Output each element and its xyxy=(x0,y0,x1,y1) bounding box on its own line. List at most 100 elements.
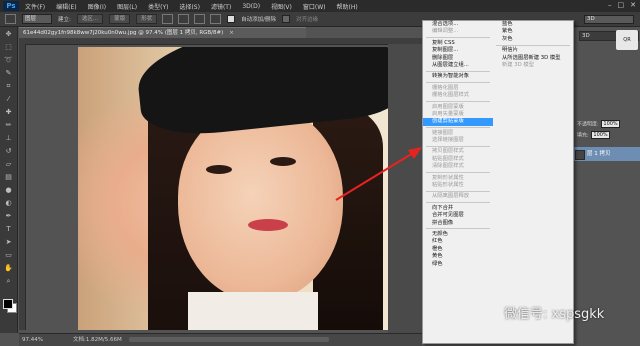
layer-visibility-icon[interactable] xyxy=(575,150,585,160)
zoom-tool-icon[interactable]: ⌕ xyxy=(3,277,14,285)
pen-tool-icon[interactable]: ✒ xyxy=(3,212,14,220)
context-menu-item[interactable]: 从图层建立组... xyxy=(423,62,493,69)
document-tab[interactable]: 61e44d02gy1fn98k8ww7j20ku0n0wu.jpg @ 97.… xyxy=(19,27,306,38)
path-select-tool-icon[interactable]: ➤ xyxy=(3,238,14,246)
opacity-row: 不透明度: 100% xyxy=(577,120,637,128)
context-menu-item[interactable]: 灰色 xyxy=(493,36,573,43)
menu-window[interactable]: 窗口(W) xyxy=(303,2,326,11)
context-menu-item[interactable]: 拼合图像 xyxy=(423,220,493,227)
make-label: 建立: xyxy=(58,17,71,23)
gradient-tool-icon[interactable]: ▤ xyxy=(3,173,14,181)
menu-view[interactable]: 视图(V) xyxy=(271,2,292,11)
context-menu-item: 启用图层蒙版 xyxy=(432,103,464,110)
healing-tool-icon[interactable]: ✚ xyxy=(3,108,14,116)
context-menu-item: 链接图层 xyxy=(432,129,454,136)
photo-eye-right xyxy=(270,157,296,166)
minimize-icon[interactable]: – xyxy=(608,1,612,9)
context-menu-item: 清除图层样式 xyxy=(432,163,464,170)
shape-button[interactable]: 形状 xyxy=(136,14,158,24)
menu-edit[interactable]: 编辑(E) xyxy=(56,2,76,11)
context-menu-item[interactable]: 合并可见图层 xyxy=(423,212,493,219)
menu-help[interactable]: 帮助(H) xyxy=(337,2,358,11)
path-ops-icon[interactable] xyxy=(162,14,174,24)
context-menu-item[interactable]: 创建剪贴蒙版 xyxy=(423,118,493,126)
mask-button[interactable]: 蒙版 xyxy=(109,14,131,24)
menu-separator xyxy=(426,127,490,129)
move-tool-icon[interactable]: ✥ xyxy=(3,30,14,38)
context-menu: 混合选项... 编辑调整... 复制 CSS 复制图层... 删除图层 从图层建立组...… xyxy=(422,20,574,344)
history-brush-tool-icon[interactable]: ↺ xyxy=(3,147,14,155)
menu-layer[interactable]: 图层(L) xyxy=(117,2,137,11)
tab-close-icon[interactable]: × xyxy=(229,30,234,36)
eyedropper-tool-icon[interactable]: ⁄ xyxy=(3,95,14,103)
shape-tool-icon[interactable]: ▭ xyxy=(3,251,14,259)
opacity-input[interactable]: 100% xyxy=(600,120,620,128)
menu-separator xyxy=(426,190,490,192)
workspace-select[interactable]: 3D xyxy=(584,15,634,24)
context-menu-item[interactable]: 紫色 xyxy=(493,28,573,35)
doc-size[interactable]: 文档:1.82M/5.66M xyxy=(73,334,122,346)
photo-face xyxy=(178,107,343,302)
context-menu-item[interactable]: 红色 xyxy=(423,238,493,245)
document-image[interactable] xyxy=(78,47,388,330)
clone-stamp-tool-icon[interactable]: ⊥ xyxy=(3,134,14,142)
horizontal-scrollbar[interactable] xyxy=(129,337,329,342)
photo-lips xyxy=(248,219,288,231)
maximize-icon[interactable]: □ xyxy=(618,1,625,9)
tools-panel: ✥ ⬚ ➰ ✎ ⌗ ⁄ ✚ ✏ ⊥ ↺ ▱ ▤ ● ◐ ✒ T ➤ ▭ ✋ ⌕ xyxy=(0,27,18,333)
menu-separator xyxy=(426,37,490,39)
context-menu-item[interactable]: 绿色 xyxy=(423,261,493,268)
close-icon[interactable]: ✕ xyxy=(630,1,636,9)
menu-file[interactable]: 文件(F) xyxy=(25,2,45,11)
zoom-level[interactable]: 97.44% xyxy=(22,334,43,346)
blur-tool-icon[interactable]: ● xyxy=(3,186,14,194)
context-menu-item: 新建 3D 模型 xyxy=(502,61,535,68)
menu-separator xyxy=(426,82,490,84)
fill-input[interactable]: 100% xyxy=(590,131,610,139)
type-tool-icon[interactable]: T xyxy=(3,225,14,233)
align-edges-checkbox[interactable] xyxy=(282,15,290,23)
settings-gear-icon[interactable] xyxy=(210,14,222,24)
quick-select-tool-icon[interactable]: ✎ xyxy=(3,69,14,77)
brush-tool-icon[interactable]: ✏ xyxy=(3,121,14,129)
context-menu-item: 从隔离图层释放 xyxy=(432,193,470,200)
path-arrange-icon[interactable] xyxy=(194,14,206,24)
watermark-text: 微信号: xspsgkk xyxy=(504,307,605,322)
menu-bar: Ps 文件(F) 编辑(E) 图像(I) 图层(L) 类型(Y) 选择(S) 滤… xyxy=(0,0,640,12)
context-menu-item: 粘贴形状属性 xyxy=(432,182,464,189)
crop-tool-icon[interactable]: ⌗ xyxy=(3,82,14,90)
lasso-tool-icon[interactable]: ➰ xyxy=(3,56,14,64)
auto-add-delete-checkbox[interactable] xyxy=(227,15,236,23)
opacity-label: 不透明度: xyxy=(577,121,599,128)
menu-select[interactable]: 选择(S) xyxy=(179,2,200,11)
menu-separator xyxy=(426,228,490,230)
context-menu-left-column: 混合选项... 编辑调整... 复制 CSS 复制图层... 删除图层 从图层建立组...… xyxy=(423,21,493,268)
context-menu-item[interactable]: 删除图层 xyxy=(423,55,493,62)
canvas-background xyxy=(388,44,422,333)
document-tab-title: 61e44d02gy1fn98k8ww7j20ku0n0wu.jpg @ 97.… xyxy=(23,30,224,36)
wechat-icon xyxy=(480,304,500,321)
foreground-color-swatch[interactable] xyxy=(3,299,13,309)
eraser-tool-icon[interactable]: ▱ xyxy=(3,160,14,168)
context-menu-item[interactable]: 转换为智能对象 xyxy=(423,73,493,80)
context-menu-item[interactable]: 明信片 xyxy=(493,47,573,54)
context-menu-item[interactable]: 复制图层... xyxy=(423,47,493,54)
dodge-tool-icon[interactable]: ◐ xyxy=(3,199,14,207)
auto-add-delete-label: 自动添加/删除 xyxy=(241,17,276,23)
tool-mode-select[interactable]: 图层 xyxy=(22,14,52,24)
context-menu-item: 选择链接图层 xyxy=(432,137,464,144)
context-menu-item: 拷贝图层样式 xyxy=(432,148,464,155)
hand-tool-icon[interactable]: ✋ xyxy=(3,264,14,272)
path-align-icon[interactable] xyxy=(178,14,190,24)
context-menu-item[interactable]: 黄色 xyxy=(423,253,493,260)
menu-3d[interactable]: 3D(D) xyxy=(242,3,260,10)
menu-filter[interactable]: 滤镜(T) xyxy=(211,2,231,11)
marquee-tool-icon[interactable]: ⬚ xyxy=(3,43,14,51)
pen-tool-icon[interactable] xyxy=(5,14,16,24)
context-menu-item[interactable]: 从所选图层新建 3D 模型 xyxy=(493,55,573,62)
menu-type[interactable]: 类型(Y) xyxy=(148,2,168,11)
menu-image[interactable]: 图像(I) xyxy=(88,2,106,11)
qr-code-icon: QR xyxy=(616,30,638,50)
menu-separator xyxy=(426,172,490,174)
selection-button[interactable]: 选区... xyxy=(76,14,104,24)
